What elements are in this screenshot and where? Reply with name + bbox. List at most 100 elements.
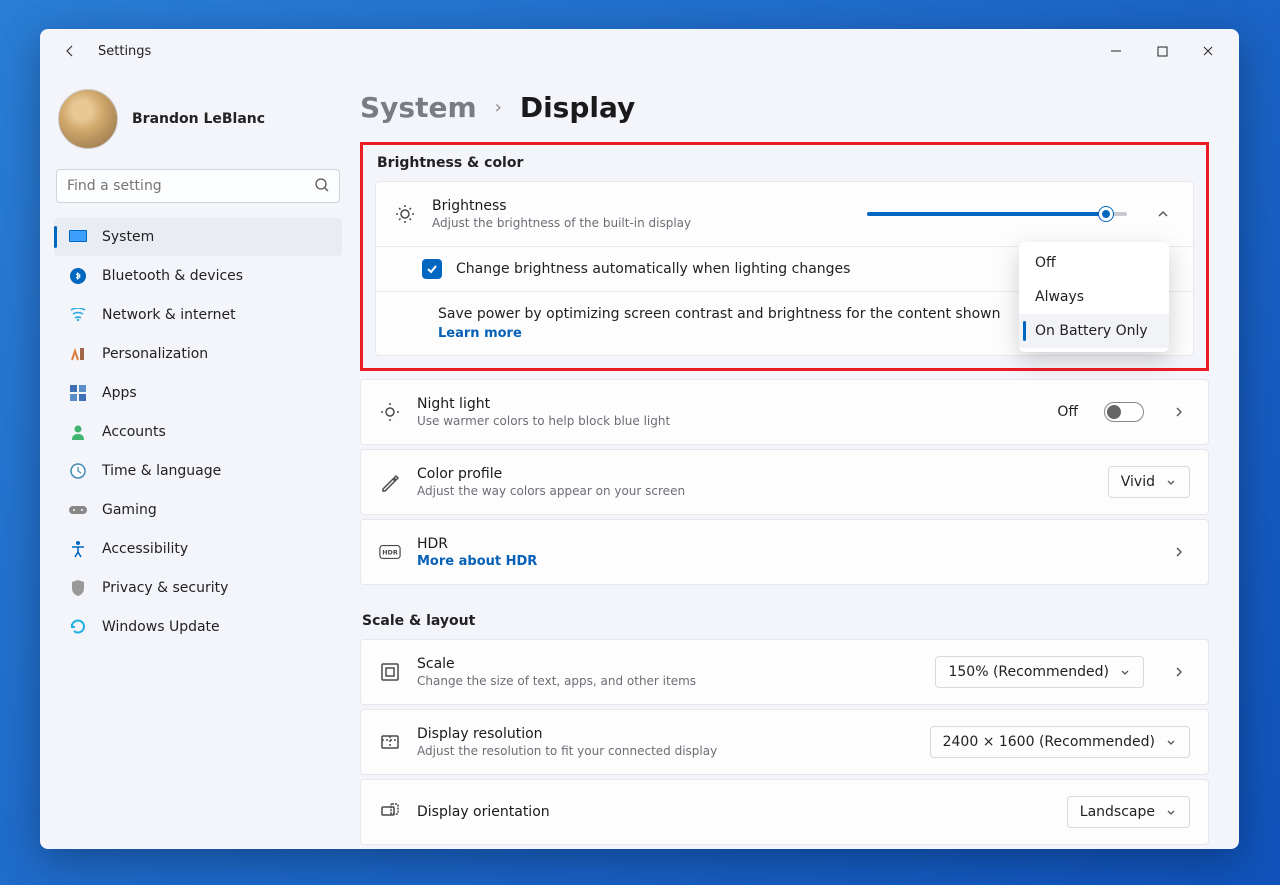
shield-icon xyxy=(68,578,88,598)
night-light-sub: Use warmer colors to help block blue lig… xyxy=(417,414,1041,428)
minimize-icon xyxy=(1110,45,1122,57)
night-light-toggle[interactable] xyxy=(1104,402,1144,422)
close-button[interactable] xyxy=(1185,35,1231,67)
sidebar-item-windows-update[interactable]: Windows Update xyxy=(54,608,342,646)
sidebar-item-label: Accessibility xyxy=(102,541,188,557)
sidebar-item-apps[interactable]: Apps xyxy=(54,374,342,412)
back-button[interactable] xyxy=(56,37,84,65)
dropdown-option-always[interactable]: Always xyxy=(1019,280,1169,314)
section-title-scale: Scale & layout xyxy=(362,613,1209,629)
scale-icon xyxy=(379,661,401,683)
color-profile-dropdown[interactable]: Vivid xyxy=(1108,466,1190,498)
windows-update-icon xyxy=(68,617,88,637)
sidebar-item-label: Accounts xyxy=(102,424,166,440)
hdr-title: HDR xyxy=(417,536,1144,552)
resolution-sub: Adjust the resolution to fit your connec… xyxy=(417,744,914,758)
avatar xyxy=(58,89,118,149)
sidebar-item-bluetooth[interactable]: Bluetooth & devices xyxy=(54,257,342,295)
chevron-right-icon xyxy=(1168,661,1190,683)
resolution-value: 2400 × 1600 (Recommended) xyxy=(943,734,1155,750)
system-icon xyxy=(68,227,88,247)
expand-button[interactable] xyxy=(1151,202,1175,226)
sidebar-item-accounts[interactable]: Accounts xyxy=(54,413,342,451)
orientation-value: Landscape xyxy=(1080,804,1155,820)
orientation-title: Display orientation xyxy=(417,804,1051,820)
night-light-title: Night light xyxy=(417,396,1041,412)
night-light-icon xyxy=(379,401,401,423)
main-content: System › Display Brightness & color Brig… xyxy=(350,73,1239,849)
sidebar-item-label: Privacy & security xyxy=(102,580,228,596)
hdr-link[interactable]: More about HDR xyxy=(417,554,1144,569)
brightness-slider[interactable] xyxy=(867,212,1127,216)
brightness-mode-dropdown: Off Always On Battery Only xyxy=(1019,242,1169,352)
chevron-down-icon xyxy=(1119,666,1131,678)
search-input[interactable] xyxy=(56,169,340,203)
personalization-icon xyxy=(68,344,88,364)
hdr-row[interactable]: HDR HDR More about HDR xyxy=(361,520,1208,584)
user-name: Brandon LeBlanc xyxy=(132,111,265,127)
app-title: Settings xyxy=(98,44,151,59)
sidebar: Brandon LeBlanc System Bluetooth & devic… xyxy=(40,73,350,849)
close-icon xyxy=(1202,45,1214,57)
breadcrumb-parent[interactable]: System xyxy=(360,91,477,124)
apps-icon xyxy=(68,383,88,403)
dropdown-option-battery[interactable]: On Battery Only xyxy=(1019,314,1169,348)
sidebar-item-label: Bluetooth & devices xyxy=(102,268,243,284)
scale-sub: Change the size of text, apps, and other… xyxy=(417,674,919,688)
scale-dropdown[interactable]: 150% (Recommended) xyxy=(935,656,1144,688)
brightness-row: Brightness Adjust the brightness of the … xyxy=(376,182,1193,246)
auto-brightness-checkbox[interactable] xyxy=(422,259,442,279)
section-title-brightness: Brightness & color xyxy=(377,155,1206,171)
sidebar-item-label: Time & language xyxy=(102,463,221,479)
orientation-dropdown[interactable]: Landscape xyxy=(1067,796,1190,828)
sidebar-item-label: Windows Update xyxy=(102,619,220,635)
chevron-right-icon xyxy=(1168,401,1190,423)
color-profile-title: Color profile xyxy=(417,466,1092,482)
user-block[interactable]: Brandon LeBlanc xyxy=(50,81,346,165)
maximize-button[interactable] xyxy=(1139,35,1185,67)
brightness-title: Brightness xyxy=(432,198,851,214)
settings-window: Settings Brandon LeBlanc System xyxy=(40,29,1239,849)
sidebar-item-accessibility[interactable]: Accessibility xyxy=(54,530,342,568)
resolution-title: Display resolution xyxy=(417,726,914,742)
time-language-icon xyxy=(68,461,88,481)
maximize-icon xyxy=(1157,46,1168,57)
chevron-down-icon xyxy=(1165,736,1177,748)
resolution-dropdown[interactable]: 2400 × 1600 (Recommended) xyxy=(930,726,1190,758)
chevron-down-icon xyxy=(1165,806,1177,818)
sidebar-item-network[interactable]: Network & internet xyxy=(54,296,342,334)
search-icon xyxy=(314,177,330,197)
sidebar-item-personalization[interactable]: Personalization xyxy=(54,335,342,373)
sidebar-item-label: Apps xyxy=(102,385,137,401)
accessibility-icon xyxy=(68,539,88,559)
breadcrumb: System › Display xyxy=(360,91,1209,124)
resolution-icon xyxy=(379,731,401,753)
night-light-row[interactable]: Night light Use warmer colors to help bl… xyxy=(361,380,1208,444)
color-profile-value: Vivid xyxy=(1121,474,1155,490)
chevron-right-icon: › xyxy=(495,97,502,118)
sidebar-item-label: System xyxy=(102,229,154,245)
sidebar-item-privacy[interactable]: Privacy & security xyxy=(54,569,342,607)
minimize-button[interactable] xyxy=(1093,35,1139,67)
orientation-row: Display orientation Landscape xyxy=(361,780,1208,844)
breadcrumb-current: Display xyxy=(520,91,635,124)
sidebar-item-system[interactable]: System xyxy=(54,218,342,256)
color-profile-row: Color profile Adjust the way colors appe… xyxy=(361,450,1208,514)
back-icon xyxy=(62,43,78,59)
gaming-icon xyxy=(68,500,88,520)
sidebar-item-gaming[interactable]: Gaming xyxy=(54,491,342,529)
sidebar-item-label: Gaming xyxy=(102,502,157,518)
dropdown-option-off[interactable]: Off xyxy=(1019,246,1169,280)
highlighted-section: Brightness & color Brightness Adjust the… xyxy=(360,142,1209,371)
hdr-icon: HDR xyxy=(379,541,401,563)
sidebar-item-time-language[interactable]: Time & language xyxy=(54,452,342,490)
auto-brightness-label: Change brightness automatically when lig… xyxy=(456,261,850,277)
night-light-state: Off xyxy=(1057,404,1078,420)
scale-row[interactable]: Scale Change the size of text, apps, and… xyxy=(361,640,1208,704)
bluetooth-icon xyxy=(68,266,88,286)
chevron-down-icon xyxy=(1165,476,1177,488)
color-profile-sub: Adjust the way colors appear on your scr… xyxy=(417,484,1092,498)
sidebar-item-label: Network & internet xyxy=(102,307,236,323)
chevron-right-icon xyxy=(1168,541,1190,563)
titlebar: Settings xyxy=(40,29,1239,73)
